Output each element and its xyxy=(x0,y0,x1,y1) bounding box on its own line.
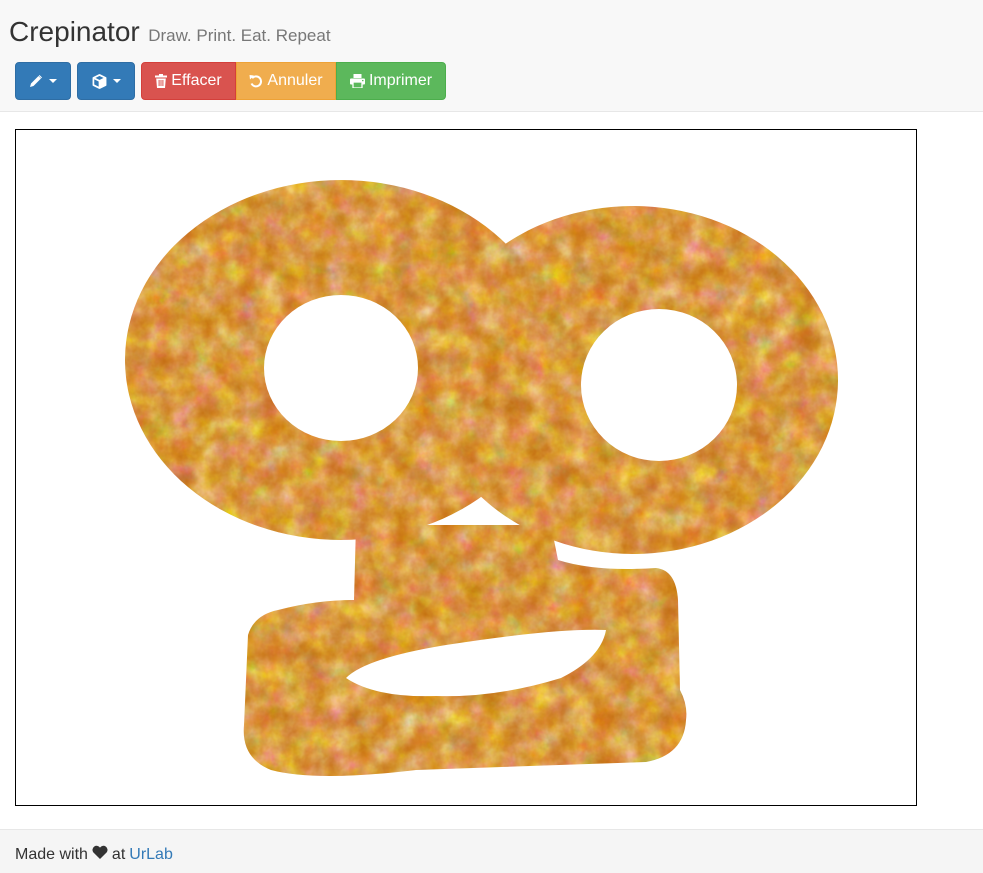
undo-button[interactable]: Annuler xyxy=(236,62,336,100)
undo-button-label: Annuler xyxy=(267,72,323,89)
heart-icon xyxy=(92,845,108,864)
print-icon xyxy=(349,74,365,88)
footer-credit: Made with at UrLab xyxy=(15,845,173,864)
app-title: Crepinator xyxy=(9,16,140,47)
draw-tool-dropdown-button[interactable] xyxy=(15,62,71,100)
footer: Made with at UrLab xyxy=(0,829,983,873)
crepe-drawing xyxy=(16,130,916,805)
print-button[interactable]: Imprimer xyxy=(336,62,446,100)
caret-down-icon xyxy=(112,79,121,83)
caret-down-icon xyxy=(49,79,57,83)
navbar: Crepinator Draw. Print. Eat. Repeat Effa… xyxy=(0,0,983,112)
drawing-canvas[interactable] xyxy=(15,129,917,806)
footer-at: at xyxy=(111,845,126,863)
clear-button-label: Effacer xyxy=(171,72,222,89)
shape-tool-dropdown-button[interactable] xyxy=(77,62,135,100)
clear-button[interactable]: Effacer xyxy=(141,62,236,100)
undo-icon xyxy=(249,74,263,88)
footer-made-with: Made with xyxy=(15,845,88,863)
app-tagline: Draw. Print. Eat. Repeat xyxy=(148,26,331,45)
urlab-link[interactable]: UrLab xyxy=(129,846,173,864)
cube-icon xyxy=(92,73,107,89)
brand: Crepinator Draw. Print. Eat. Repeat xyxy=(9,16,331,48)
pencil-icon xyxy=(29,74,43,88)
print-button-label: Imprimer xyxy=(368,72,433,89)
trash-icon xyxy=(155,74,168,88)
